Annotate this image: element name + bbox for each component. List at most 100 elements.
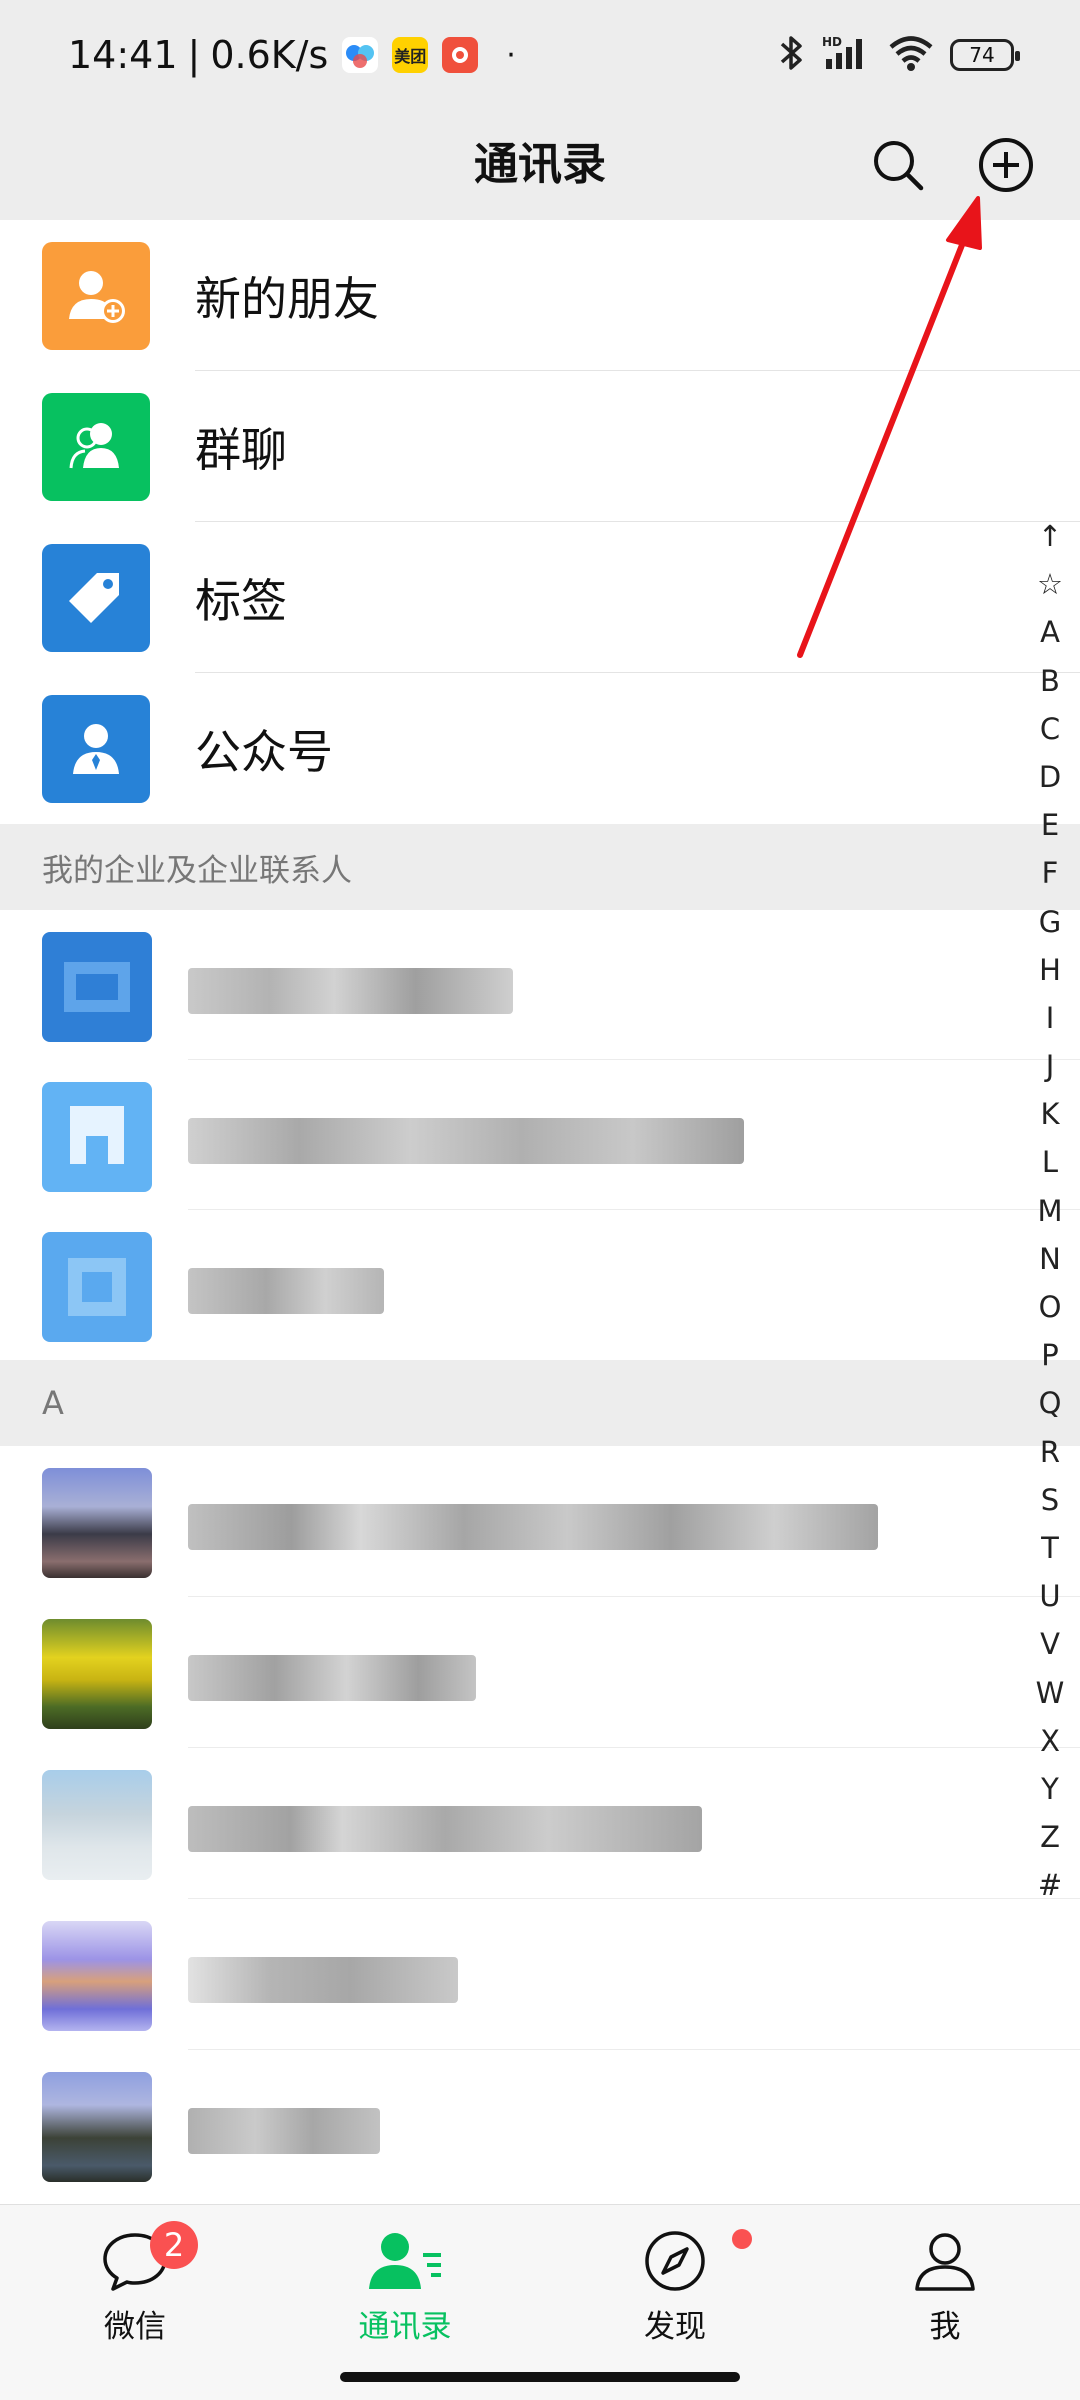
search-icon (874, 141, 924, 191)
blurred-name (188, 1806, 702, 1852)
avatar (42, 1921, 152, 2031)
tab-chats-label: 微信 (104, 2309, 166, 2345)
avatar (42, 932, 152, 1042)
index-letter[interactable]: Y (1041, 1765, 1059, 1813)
tab-discover[interactable]: 发现 (540, 2205, 810, 2400)
index-letter[interactable]: M (1037, 1187, 1062, 1235)
status-left: 14:41 | 0.6K/s 美团 · (68, 33, 516, 77)
index-letter[interactable]: U (1039, 1572, 1060, 1620)
group-chats-label: 群聊 (195, 422, 287, 477)
enterprise-contact-row[interactable] (0, 910, 1080, 1060)
battery-icon: 74 (950, 39, 1020, 71)
contact-row[interactable] (0, 2050, 1080, 2201)
official-accounts-row[interactable]: 公众号 (0, 673, 1080, 824)
contact-row[interactable] (0, 1597, 1080, 1748)
bluetooth-icon (776, 33, 806, 77)
index-letter[interactable]: ☆ (1037, 560, 1063, 608)
add-circle-icon (979, 138, 1033, 192)
group-icon (42, 393, 150, 501)
index-letter[interactable]: Z (1040, 1813, 1060, 1861)
status-separator: | (187, 33, 201, 77)
index-letter[interactable]: V (1040, 1620, 1060, 1668)
index-letter[interactable]: T (1041, 1524, 1059, 1572)
official-account-icon (42, 695, 150, 803)
status-right: HD 74 (776, 33, 1020, 77)
index-letter[interactable]: A (1040, 608, 1060, 656)
title-bar: 通讯录 (0, 110, 1080, 220)
blurred-name (188, 1268, 384, 1314)
tab-bar: 2 微信 通讯录 发现 我 (0, 2204, 1080, 2400)
index-letter[interactable]: W (1036, 1669, 1065, 1717)
index-letter[interactable]: G (1039, 898, 1061, 946)
search-button[interactable] (863, 130, 933, 200)
contacts-list[interactable]: 新的朋友 群聊 标签 公众号 我的企业及企业联系人 A (0, 220, 1080, 2204)
tab-contacts[interactable]: 通讯录 (270, 2205, 540, 2400)
blurred-name (188, 968, 513, 1014)
status-dot: · (506, 37, 516, 73)
index-letter[interactable]: ↑ (1038, 512, 1062, 560)
tab-me[interactable]: 我 (810, 2205, 1080, 2400)
new-friends-label: 新的朋友 (195, 271, 379, 326)
avatar (42, 1468, 152, 1578)
blurred-name (188, 2108, 380, 2154)
index-letter[interactable]: F (1042, 849, 1059, 897)
svg-text:HD: HD (822, 35, 842, 49)
blurred-name (188, 1118, 744, 1164)
index-letter[interactable]: B (1040, 657, 1060, 705)
index-letter[interactable]: X (1040, 1717, 1060, 1765)
letter-section-header: A (0, 1360, 1080, 1446)
avatar (42, 1619, 152, 1729)
person-icon (915, 2233, 975, 2291)
index-letter[interactable]: N (1039, 1235, 1061, 1283)
index-letter[interactable]: P (1041, 1331, 1059, 1379)
blurred-name (188, 1504, 878, 1550)
contact-row[interactable] (0, 1899, 1080, 2050)
index-letter[interactable]: Q (1039, 1379, 1062, 1427)
avatar (42, 1232, 152, 1342)
blurred-name (188, 1655, 476, 1701)
index-letter[interactable]: C (1040, 705, 1060, 753)
tab-chats[interactable]: 2 微信 (0, 2205, 270, 2400)
blurred-name (188, 1957, 458, 2003)
tab-discover-label: 发现 (644, 2309, 706, 2345)
status-bar: 14:41 | 0.6K/s 美团 · HD 74 (0, 0, 1080, 110)
index-letter[interactable]: S (1041, 1476, 1059, 1524)
tags-label: 标签 (195, 573, 287, 628)
index-letter[interactable]: L (1042, 1138, 1058, 1186)
index-letter[interactable]: I (1046, 994, 1055, 1042)
meituan-icon: 美团 (392, 37, 429, 73)
contact-row[interactable] (0, 1446, 1080, 1597)
index-letter[interactable]: J (1046, 1042, 1055, 1090)
index-letter[interactable]: K (1040, 1090, 1059, 1138)
home-indicator (340, 2372, 740, 2382)
battery-level: 74 (969, 43, 995, 67)
tab-contacts-label: 通讯录 (358, 2309, 452, 2345)
group-chats-row[interactable]: 群聊 (0, 371, 1080, 522)
official-accounts-label: 公众号 (195, 724, 333, 779)
contact-row[interactable] (0, 1748, 1080, 1899)
index-letter[interactable]: E (1041, 801, 1059, 849)
tags-row[interactable]: 标签 (0, 522, 1080, 673)
status-time: 14:41 (68, 33, 178, 77)
avatar (42, 1082, 152, 1192)
baidu-netdisk-icon (342, 37, 379, 73)
wifi-icon (888, 33, 934, 77)
add-button[interactable] (971, 130, 1041, 200)
enterprise-contact-row[interactable] (0, 1060, 1080, 1210)
signal-icon: HD (822, 33, 872, 77)
enterprise-contact-row[interactable] (0, 1210, 1080, 1360)
index-letter[interactable]: D (1039, 753, 1061, 801)
new-dot-badge (732, 2229, 752, 2249)
unread-badge: 2 (150, 2221, 198, 2269)
enterprise-section-header: 我的企业及企业联系人 (0, 824, 1080, 910)
add-friend-icon (42, 242, 150, 350)
tab-me-label: 我 (929, 2309, 961, 2345)
new-friends-row[interactable]: 新的朋友 (0, 220, 1080, 371)
app-icon (442, 37, 479, 73)
index-letter[interactable]: H (1039, 946, 1061, 994)
index-letter[interactable]: O (1039, 1283, 1062, 1331)
index-letter[interactable]: # (1038, 1861, 1062, 1909)
status-net-speed: 0.6K/s (210, 33, 329, 77)
alphabet-index[interactable]: ↑ ☆ A B C D E F G H I J K L M N O P Q R S T U V W X Y Z # (1020, 512, 1080, 1909)
index-letter[interactable]: R (1040, 1428, 1060, 1476)
